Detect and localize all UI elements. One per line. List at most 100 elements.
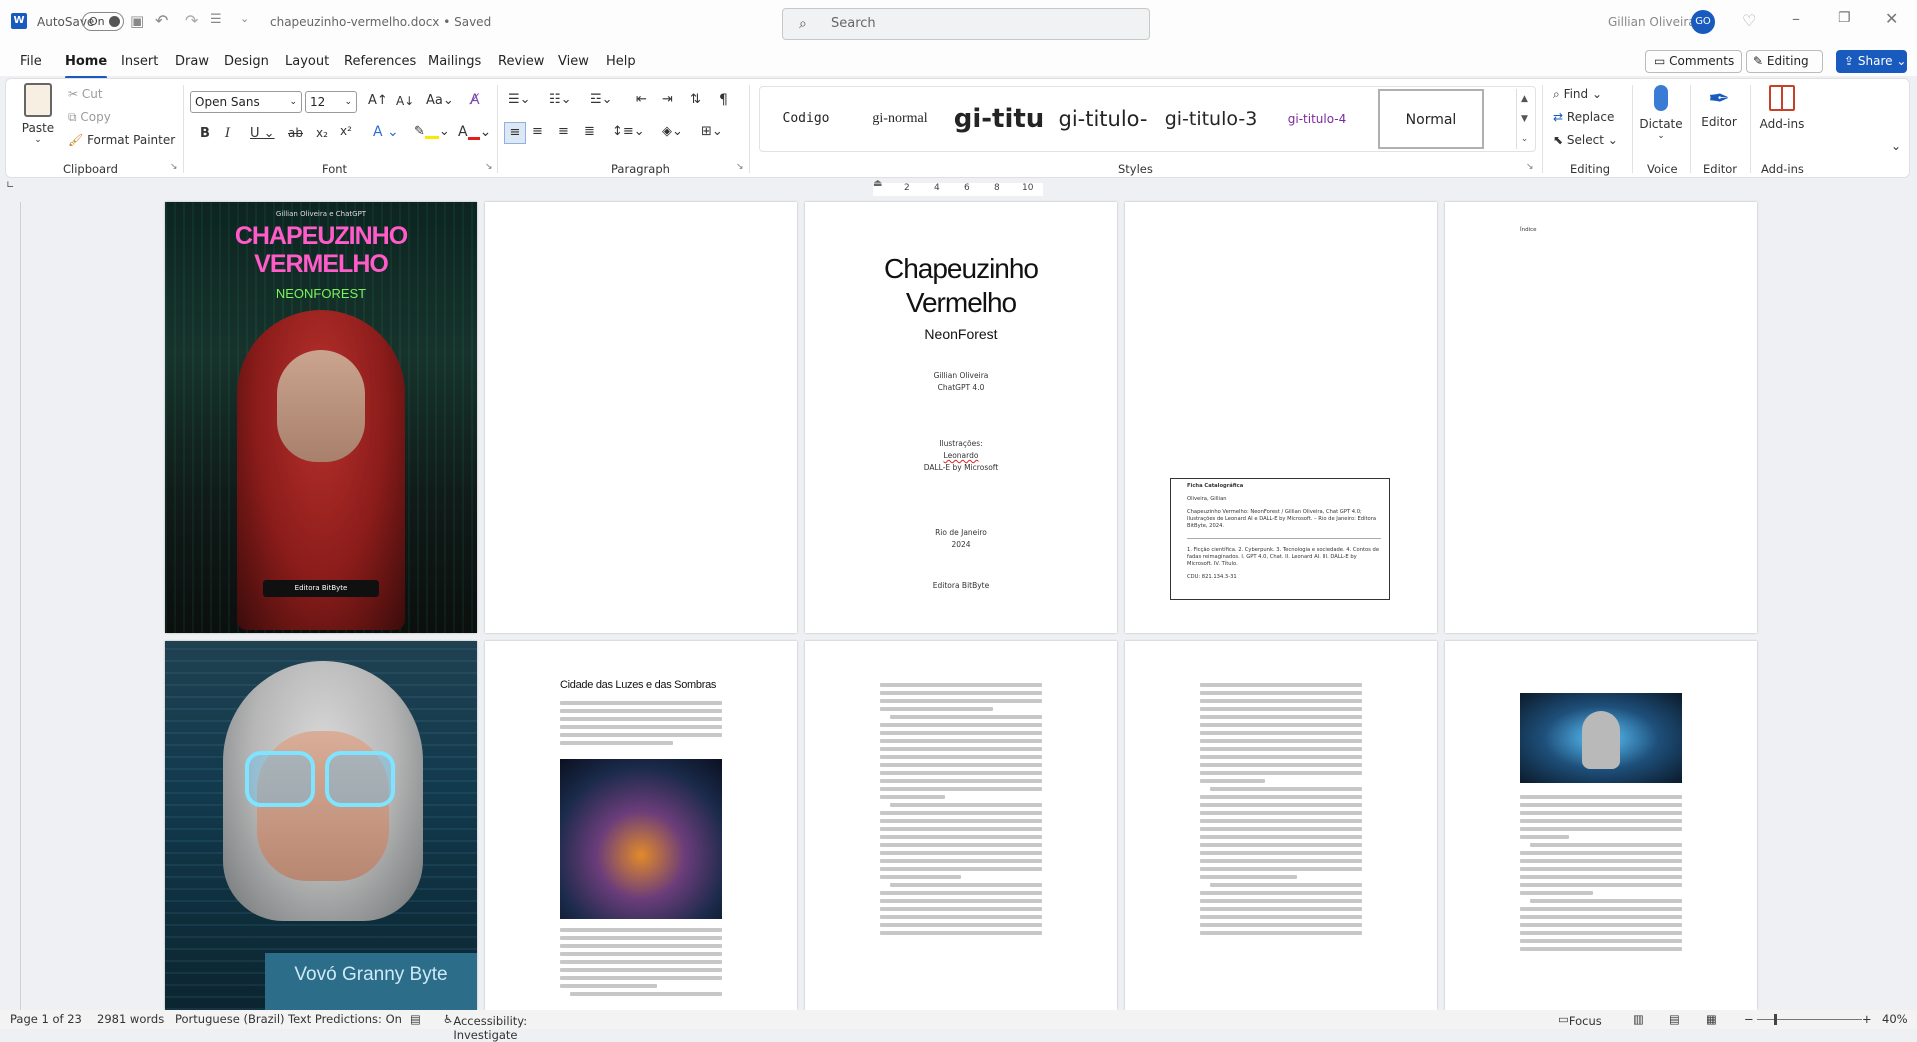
page-chapter-4[interactable]	[1445, 641, 1757, 1010]
subscript-icon[interactable]: x₂	[316, 126, 328, 140]
menu-references[interactable]: References	[344, 54, 416, 69]
menu-help[interactable]: Help	[606, 54, 636, 69]
menu-draw[interactable]: Draw	[175, 54, 209, 69]
superscript-icon[interactable]: x²	[340, 124, 352, 138]
underline-icon[interactable]: U ⌄	[250, 126, 275, 141]
style-gi-titulo-4[interactable]: gi-titulo-4	[1272, 87, 1362, 151]
justify-icon[interactable]: ≣	[584, 124, 595, 139]
avatar[interactable]: GO	[1691, 10, 1715, 34]
increase-indent-icon[interactable]: ⇥	[662, 92, 673, 107]
tab-selector-icon[interactable]: ∟	[6, 180, 14, 191]
menu-view[interactable]: View	[558, 54, 589, 69]
page-catalog[interactable]: Ficha Catalográfica Oliveira, Gillian Ch…	[1125, 202, 1437, 633]
page-chapter-3[interactable]	[1125, 641, 1437, 1010]
font-launcher-icon[interactable]: ↘	[485, 162, 493, 172]
search-box[interactable]: ⌕ Search	[782, 8, 1150, 40]
style-gi-titulo-2[interactable]: gi-titulo-	[1053, 87, 1153, 151]
share-button[interactable]: ⇪ Share ⌄	[1836, 50, 1907, 73]
minimize-icon[interactable]: –	[1792, 9, 1800, 28]
page-chapter-2[interactable]	[805, 641, 1117, 1010]
style-codigo[interactable]: Codigo	[764, 87, 848, 151]
editor-button[interactable]: ✒ Editor	[1696, 83, 1742, 129]
paste-button[interactable]: Paste ⌄	[18, 83, 58, 145]
show-marks-icon[interactable]: ¶	[719, 92, 728, 108]
menu-file[interactable]: File	[20, 54, 42, 69]
proofing-icon[interactable]: ▤	[410, 1012, 421, 1026]
page-count[interactable]: Page 1 of 23	[10, 1012, 82, 1026]
undo-icon[interactable]: ↶	[155, 11, 168, 30]
collapse-ribbon-icon[interactable]: ⌄	[1891, 139, 1901, 153]
highlight-icon[interactable]: ✎ ⌄	[414, 124, 450, 139]
page-blank[interactable]	[485, 202, 797, 633]
shading-icon[interactable]: ◈⌄	[662, 124, 683, 139]
borders-icon[interactable]: ⊞⌄	[701, 124, 723, 139]
multilevel-list-icon[interactable]: ☲⌄	[590, 92, 613, 107]
format-painter-button[interactable]: 🖌 Format Painter	[68, 133, 175, 147]
list-icon[interactable]: ☰	[210, 12, 222, 27]
text-predictions-status[interactable]: Text Predictions: On	[288, 1012, 402, 1026]
italic-icon[interactable]: I	[225, 126, 230, 141]
close-icon[interactable]: ✕	[1885, 9, 1898, 28]
customize-qat-icon[interactable]: ⌄	[240, 12, 249, 25]
zoom-out-icon[interactable]: −	[1744, 1012, 1754, 1026]
language-status[interactable]: Portuguese (Brazil)	[175, 1012, 285, 1026]
font-name-combo[interactable]: Open Sans ⌄	[190, 91, 302, 113]
print-layout-icon[interactable]: ▤	[1669, 1012, 1680, 1026]
zoom-slider-thumb[interactable]	[1774, 1014, 1777, 1025]
menu-home[interactable]: Home	[65, 54, 108, 79]
dictate-button[interactable]: Dictate ⌄	[1638, 83, 1684, 141]
font-size-combo[interactable]: 12 ⌄	[305, 91, 357, 113]
align-center-icon[interactable]: ≡	[532, 124, 543, 139]
grow-font-icon[interactable]: A↑	[368, 93, 388, 108]
document-title[interactable]: chapeuzinho-vermelho.docx • Saved	[270, 15, 491, 29]
vertical-scrollbar[interactable]	[1907, 202, 1917, 1010]
line-spacing-icon[interactable]: ↕≡⌄	[612, 124, 645, 139]
replace-button[interactable]: ⇄ Replace	[1553, 110, 1614, 124]
lightbulb-icon[interactable]: ♡	[1742, 11, 1756, 30]
read-mode-icon[interactable]: ▥	[1633, 1012, 1644, 1026]
shrink-font-icon[interactable]: A↓	[396, 94, 414, 108]
addins-button[interactable]: Add-ins	[1756, 83, 1808, 131]
user-name[interactable]: Gillian Oliveira	[1608, 15, 1696, 29]
editing-mode-button[interactable]: ✎ Editing ⌄	[1746, 50, 1823, 89]
numbering-icon[interactable]: ☷⌄	[549, 92, 572, 107]
zoom-in-icon[interactable]: +	[1862, 1012, 1872, 1026]
menu-layout[interactable]: Layout	[285, 54, 329, 69]
bold-icon[interactable]: B	[200, 126, 210, 141]
zoom-slider[interactable]	[1757, 1019, 1862, 1020]
sort-icon[interactable]: ⇅	[690, 92, 701, 107]
menu-review[interactable]: Review	[498, 54, 544, 69]
zoom-level[interactable]: 40%	[1882, 1012, 1908, 1026]
page-title[interactable]: Chapeuzinho Vermelho NeonForest Gillian …	[805, 202, 1117, 633]
restore-icon[interactable]: ❐	[1838, 10, 1851, 26]
autosave-toggle[interactable]: On	[82, 12, 124, 31]
page-index[interactable]: Índice	[1445, 202, 1757, 633]
style-normal[interactable]: Normal	[1378, 89, 1484, 149]
font-color-icon[interactable]: A ⌄	[458, 124, 491, 140]
menu-mailings[interactable]: Mailings	[428, 54, 481, 69]
align-left-icon[interactable]: ≡	[504, 122, 526, 144]
bullets-icon[interactable]: ☰⌄	[508, 92, 531, 107]
page-cover[interactable]: Gillian Oliveira e ChatGPT CHAPEUZINHO V…	[165, 202, 477, 633]
style-gi-normal[interactable]: gi-normal	[854, 87, 946, 151]
page-granny-cover[interactable]: Vovó Granny Byte	[165, 641, 477, 1010]
decrease-indent-icon[interactable]: ⇤	[636, 92, 647, 107]
cut-button[interactable]: ✂ Cut	[68, 87, 103, 101]
redo-icon[interactable]: ↷	[185, 11, 198, 30]
style-gi-titulo-3[interactable]: gi-titulo-3	[1158, 87, 1264, 151]
menu-design[interactable]: Design	[224, 54, 269, 69]
focus-button[interactable]: ▭ Focus	[1558, 1012, 1602, 1028]
align-right-icon[interactable]: ≡	[558, 124, 569, 139]
copy-button[interactable]: ⧉ Copy	[68, 110, 111, 125]
select-button[interactable]: ⬉ Select ⌄	[1553, 133, 1618, 147]
word-count[interactable]: 2981 words	[97, 1012, 164, 1026]
clear-formatting-icon[interactable]: A̸	[470, 92, 480, 108]
indent-marker-icon[interactable]: ⏏	[873, 178, 882, 189]
menu-insert[interactable]: Insert	[121, 54, 158, 69]
gallery-scroll[interactable]: ▲ ▼ ⌄	[1516, 89, 1532, 149]
accessibility-status[interactable]: ♿ Accessibility: Investigate	[443, 1012, 527, 1042]
style-gi-titulo[interactable]: gi-titu	[950, 87, 1048, 151]
comments-button[interactable]: ▭ Comments	[1645, 50, 1742, 73]
change-case-icon[interactable]: Aa⌄	[426, 93, 454, 108]
page-chapter-1[interactable]: Cidade das Luzes e das Sombras	[485, 641, 797, 1010]
